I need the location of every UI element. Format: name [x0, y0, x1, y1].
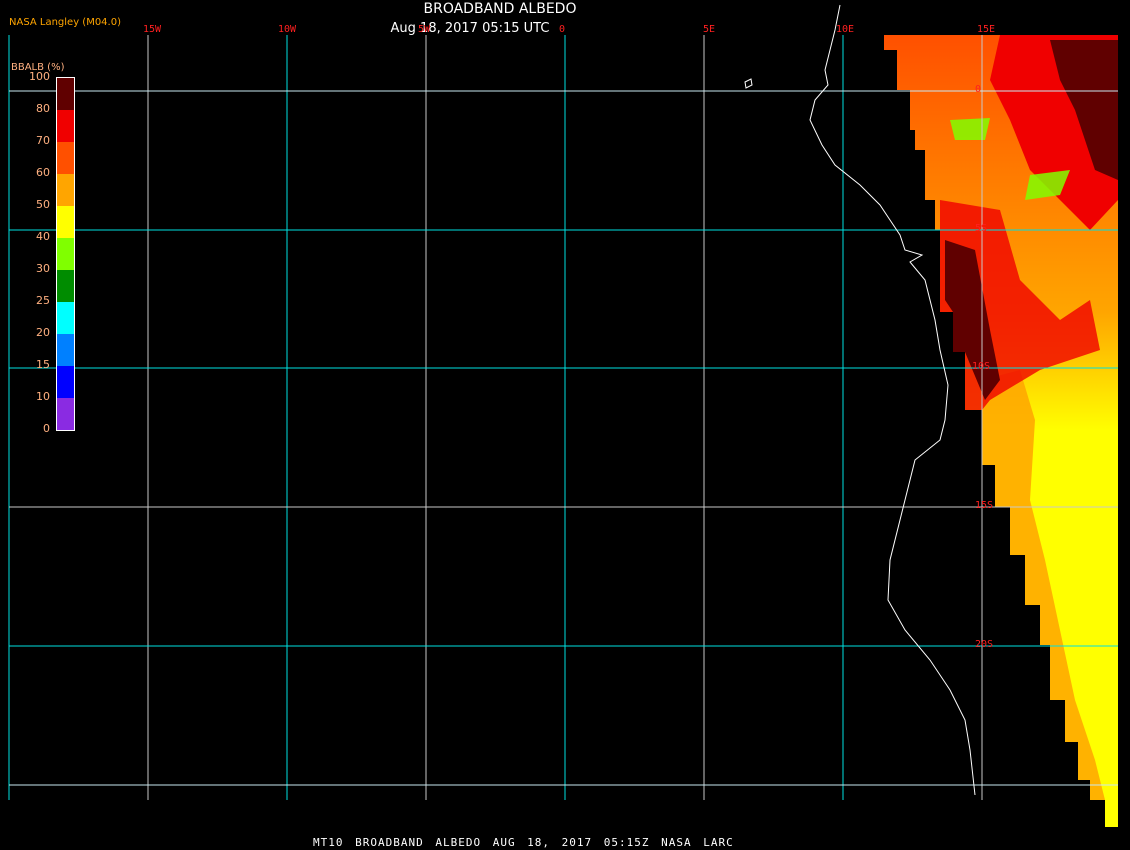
legend-level-label: 40	[36, 230, 50, 243]
legend-swatch	[57, 78, 74, 110]
legend-color-bar	[56, 77, 75, 431]
map-canvas	[8, 4, 1118, 827]
legend-level-label: 80	[36, 102, 50, 115]
lon-label: 10E	[836, 24, 855, 35]
legend-swatch	[57, 398, 74, 430]
legend-level-label: 20	[36, 326, 50, 339]
lat-label: 10S	[972, 361, 991, 372]
lon-label: 5E	[703, 24, 716, 35]
lon-label: 15E	[977, 24, 996, 35]
legend-swatch	[57, 366, 74, 398]
green-patch	[950, 118, 990, 140]
legend-swatch	[57, 142, 74, 174]
legend-swatch	[57, 334, 74, 366]
legend-level-label: 100	[29, 70, 50, 83]
lat-label: 0	[975, 84, 982, 95]
lon-label: 10W	[278, 24, 297, 35]
legend-swatch	[57, 110, 74, 142]
legend-level-label: 60	[36, 166, 50, 179]
legend-level-label: 30	[36, 262, 50, 275]
lat-label: 20S	[975, 639, 994, 650]
albedo-map: BROADBAND ALBEDO Aug 18, 2017 05:15 UTC …	[0, 0, 1130, 850]
legend-level-label: 50	[36, 198, 50, 211]
legend-level-label: 70	[36, 134, 50, 147]
map-title: BROADBAND ALBEDO	[423, 1, 577, 17]
legend-level-label: 10	[36, 390, 50, 403]
footer-caption: MT10 BROADBAND ALBEDO AUG 18, 2017 05:15…	[313, 836, 734, 849]
legend-level-label: 0	[43, 422, 50, 435]
legend-swatch	[57, 302, 74, 334]
map-timestamp: Aug 18, 2017 05:15 UTC	[390, 21, 550, 36]
island	[744, 78, 753, 89]
legend-swatch	[57, 238, 74, 270]
legend-level-label: 15	[36, 358, 50, 371]
lon-label: 5W	[418, 24, 431, 35]
lon-label: 15W	[143, 24, 162, 35]
legend-swatch	[57, 206, 74, 238]
credit-label: NASA Langley (M04.0)	[9, 17, 121, 28]
legend-swatch	[57, 270, 74, 302]
lat-label: 5S	[975, 223, 988, 234]
legend-level-label: 25	[36, 294, 50, 307]
lat-label: 15S	[975, 500, 994, 511]
legend-swatch	[57, 174, 74, 206]
lon-label: 0	[559, 24, 566, 35]
